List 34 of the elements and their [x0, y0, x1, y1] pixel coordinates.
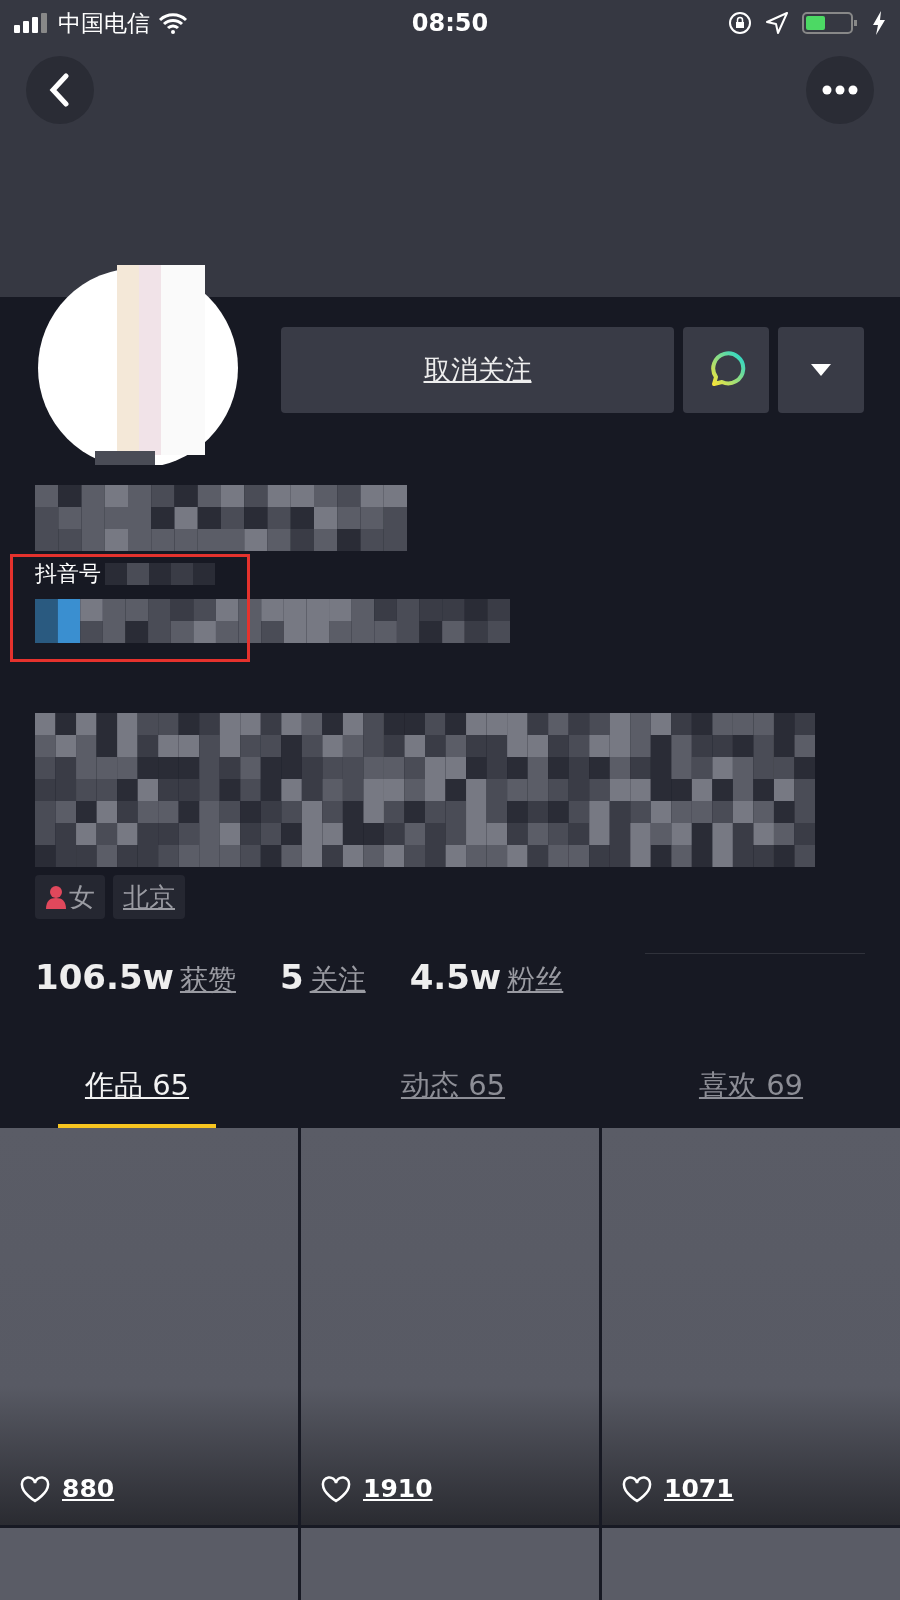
stat-link[interactable]: 5 关注	[279, 957, 366, 999]
more-icon	[822, 85, 858, 95]
unfollow-button[interactable]: 取消关注	[281, 327, 674, 413]
heart-icon	[622, 1476, 652, 1503]
video-thumbnail[interactable]: 880	[0, 1128, 298, 1525]
clock-time: 08:50	[411, 9, 489, 37]
location-tag: 北京	[113, 875, 185, 919]
video-thumbnail[interactable]	[602, 1528, 900, 1600]
gender-label: 女	[69, 880, 95, 914]
rotation-lock-icon	[728, 11, 752, 35]
message-button[interactable]	[683, 327, 769, 413]
douyin-id-label: 抖音号	[35, 560, 101, 588]
charging-icon	[872, 11, 886, 35]
location-arrow-icon	[766, 12, 788, 34]
back-icon	[48, 73, 72, 107]
like-count: 1071	[664, 1474, 734, 1503]
caret-icon	[811, 364, 831, 376]
signal-icon	[14, 13, 50, 33]
video-thumbnail[interactable]: 1910	[301, 1128, 599, 1525]
stat-link[interactable]: 106.5w 获赞	[35, 957, 236, 999]
profile-tab[interactable]: 动态 65	[374, 1057, 532, 1128]
like-count: 1910	[363, 1474, 433, 1503]
heart-icon	[20, 1476, 50, 1503]
heart-icon	[321, 1476, 351, 1503]
video-thumbnail[interactable]: 1071	[602, 1128, 900, 1525]
battery-icon	[802, 11, 858, 35]
stat-link[interactable]: 4.5w 粉丝	[409, 957, 564, 999]
like-count: 880	[62, 1474, 115, 1503]
carrier-name: 中国电信	[58, 8, 150, 38]
profile-tab[interactable]: 喜欢 69	[672, 1057, 830, 1128]
dropdown-button[interactable]	[778, 327, 864, 413]
wifi-icon	[158, 12, 188, 34]
video-thumbnail[interactable]	[301, 1528, 599, 1600]
video-thumbnail[interactable]	[0, 1528, 298, 1600]
